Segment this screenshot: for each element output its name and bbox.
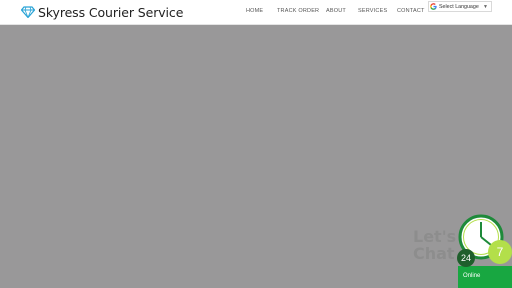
top-navbar: Skyress Courier Service HOME TRACK ORDER… (0, 0, 512, 25)
badge-7: 7 (488, 240, 512, 264)
language-select[interactable]: Select Language ▼ (428, 1, 492, 12)
online-status-bar[interactable]: Online (458, 266, 512, 288)
diamond-icon (21, 6, 35, 18)
chat-text: Let's Chat (413, 227, 457, 263)
google-g-icon (430, 3, 437, 10)
brand[interactable]: Skyress Courier Service (21, 3, 183, 21)
nav-track-order[interactable]: TRACK ORDER (277, 8, 319, 14)
language-select-label: Select Language (439, 3, 479, 10)
caret-down-icon: ▼ (483, 3, 488, 10)
badge-24: 24 (457, 249, 475, 267)
nav-home[interactable]: HOME (246, 8, 263, 14)
nav-contact[interactable]: CONTACT (397, 8, 425, 14)
chat-widget[interactable]: Let's Chat Online 24 7 (412, 212, 512, 288)
online-status: Online (463, 273, 481, 279)
nav-services[interactable]: SERVICES (358, 8, 387, 14)
brand-name: Skyress Courier Service (38, 4, 184, 20)
nav-about[interactable]: ABOUT (326, 8, 346, 14)
